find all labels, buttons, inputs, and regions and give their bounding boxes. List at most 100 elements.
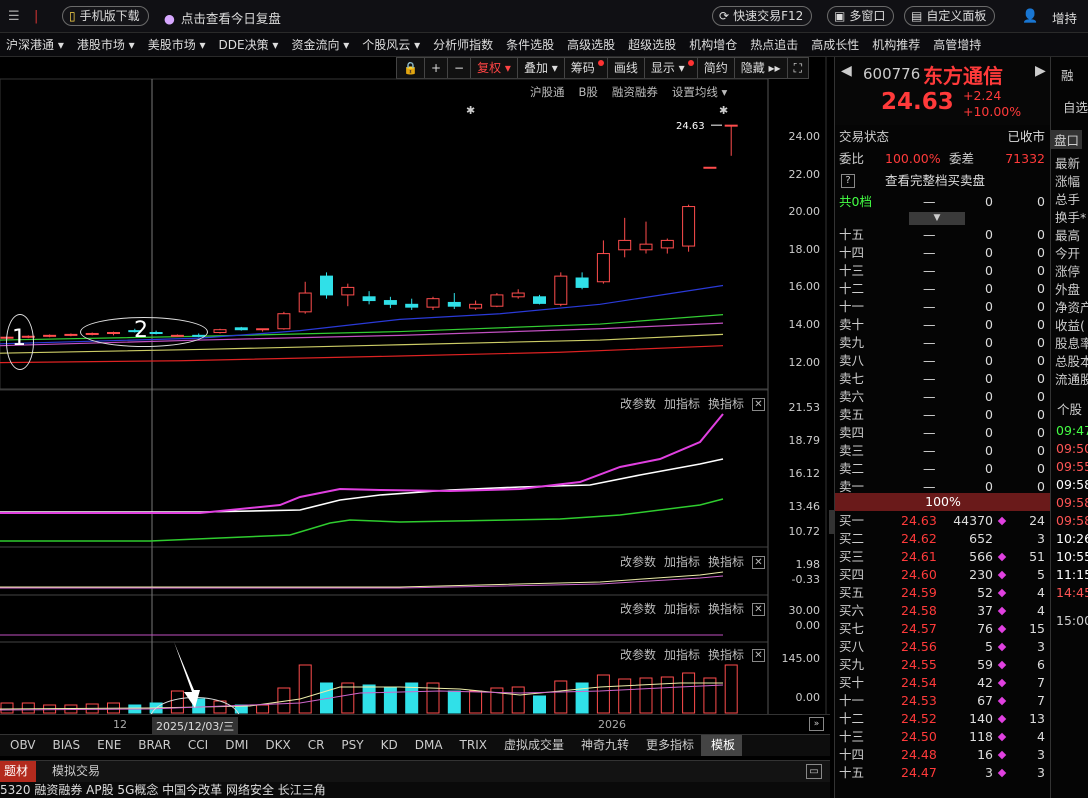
sells-row[interactable]: 卖六 — 0 0 <box>835 388 1051 406</box>
menu-item[interactable]: 高级选股 <box>561 33 622 56</box>
indicator-swap-link[interactable]: 换指标 <box>708 648 744 662</box>
menu-item[interactable]: 超级选股 <box>622 33 683 56</box>
side-item[interactable]: 外盘 <box>1055 279 1080 298</box>
sells-row[interactable]: 卖二 — 0 0 <box>835 460 1051 478</box>
indicator-add-link[interactable]: 加指标 <box>664 397 700 411</box>
close-icon[interactable]: ✕ <box>752 603 765 616</box>
menu-item[interactable]: 个股风云 ▾ <box>356 33 427 56</box>
menu-item[interactable]: 资金流向 ▾ <box>285 33 356 56</box>
mobile-download-button[interactable]: ▯ 手机版下载 <box>62 6 149 26</box>
buys-row[interactable]: 买四 24.60 230 5 <box>835 566 1051 584</box>
indicator-tab[interactable]: 虚拟成交量 <box>494 735 571 756</box>
indicator-tab[interactable]: ENE <box>87 735 128 756</box>
indicator-swap-link[interactable]: 换指标 <box>708 397 744 411</box>
buys-row[interactable]: 买六 24.58 37 4 <box>835 602 1051 620</box>
indicator-tab[interactable]: TRIX <box>450 735 494 756</box>
indicator-tab[interactable]: CR <box>298 735 332 756</box>
buys-row[interactable]: 十二 24.52 140 13 <box>835 710 1051 728</box>
sells-row[interactable]: 十一 — 0 0 <box>835 298 1051 316</box>
indicator-tab[interactable]: DMI <box>215 735 255 756</box>
menu-icon[interactable]: ☰ <box>8 9 20 24</box>
sells-row[interactable]: 十三 — 0 0 <box>835 262 1051 280</box>
sells-row[interactable]: 卖三 — 0 0 <box>835 442 1051 460</box>
indicator-tab[interactable]: 神奇九转 <box>571 735 636 756</box>
status-tab-sim[interactable]: 模拟交易 <box>52 761 100 782</box>
indicator-swap-link[interactable]: 换指标 <box>708 602 744 616</box>
next-stock-icon[interactable]: ▶ <box>1035 63 1046 79</box>
side-tab[interactable]: 个股 <box>1057 399 1082 418</box>
rong-button[interactable]: 融 <box>1061 65 1074 84</box>
buys-row[interactable]: 买一 24.63 44370 24 <box>835 512 1051 530</box>
indicator-tab[interactable]: CCI <box>178 735 215 756</box>
side-item[interactable]: 最高 <box>1055 225 1080 244</box>
side-item[interactable]: 收益( <box>1055 315 1085 334</box>
indicator-tab[interactable]: OBV <box>0 735 43 756</box>
menu-item[interactable]: 条件选股 <box>500 33 561 56</box>
close-icon[interactable]: ✕ <box>752 398 765 411</box>
menu-item[interactable]: 热点追击 <box>744 33 805 56</box>
menu-item[interactable]: 沪深港通 ▾ <box>0 33 71 56</box>
indicator-tab[interactable]: KD <box>371 735 405 756</box>
side-item[interactable]: 今开 <box>1055 243 1080 262</box>
close-icon[interactable]: ✕ <box>752 649 765 662</box>
menu-item[interactable]: 高管增持 <box>927 33 988 56</box>
sells-row[interactable]: 卖九 — 0 0 <box>835 334 1051 352</box>
side-item[interactable]: 换手* <box>1055 207 1086 226</box>
custom-panel-button[interactable]: ▤ 自定义面板 <box>904 6 996 26</box>
indicator-tab[interactable]: 模板 <box>701 735 743 756</box>
zixuan-button[interactable]: 自选 <box>1063 97 1088 116</box>
side-item[interactable]: 总股本 <box>1055 351 1088 370</box>
side-item[interactable]: 股息率 <box>1055 333 1088 352</box>
indicator-tab[interactable]: BIAS <box>43 735 88 756</box>
buys-row[interactable]: 买五 24.59 52 4 <box>835 584 1051 602</box>
indicator-params-link[interactable]: 改参数 <box>620 648 656 662</box>
buys-row[interactable]: 买二 24.62 652 3 <box>835 530 1051 548</box>
minimize-icon[interactable]: ▭ <box>806 764 822 779</box>
side-item[interactable]: 净资产 <box>1055 297 1088 316</box>
prev-stock-icon[interactable]: ◀ <box>841 63 852 79</box>
buys-row[interactable]: 买三 24.61 566 51 <box>835 548 1051 566</box>
replay-link[interactable]: ● 点击查看今日复盘 <box>164 8 281 27</box>
buys-row[interactable]: 买九 24.55 59 6 <box>835 656 1051 674</box>
indicator-swap-link[interactable]: 换指标 <box>708 555 744 569</box>
menu-item[interactable]: 美股市场 ▾ <box>142 33 213 56</box>
sells-row[interactable]: 卖八 — 0 0 <box>835 352 1051 370</box>
side-item[interactable]: 盘口 <box>1051 130 1083 149</box>
buys-row[interactable]: 十五 24.47 3 3 <box>835 764 1051 782</box>
indicator-tab[interactable]: DMA <box>405 735 450 756</box>
buys-row[interactable]: 十三 24.50 118 4 <box>835 728 1051 746</box>
menu-item[interactable]: DDE决策 ▾ <box>213 33 286 56</box>
buys-row[interactable]: 买十 24.54 42 7 <box>835 674 1051 692</box>
status-tab-topic[interactable]: 题材 <box>0 761 37 782</box>
indicator-tab[interactable]: 更多指标 <box>636 735 701 756</box>
user-icon[interactable]: 👤 <box>1022 9 1038 24</box>
quick-trade-button[interactable]: ⟳ 快速交易F12 <box>712 6 813 26</box>
indicator-tab[interactable]: DKX <box>255 735 297 756</box>
indicator-add-link[interactable]: 加指标 <box>664 602 700 616</box>
indicator-tab[interactable]: PSY <box>331 735 370 756</box>
sells-row[interactable]: 卖十 — 0 0 <box>835 316 1051 334</box>
sells-row[interactable]: 十五 — 0 0 <box>835 226 1051 244</box>
side-item[interactable]: 涨停 <box>1055 261 1080 280</box>
buys-row[interactable]: 买七 24.57 76 15 <box>835 620 1051 638</box>
menu-item[interactable]: 港股市场 ▾ <box>71 33 142 56</box>
sells-row[interactable]: 卖五 — 0 0 <box>835 406 1051 424</box>
indicator-add-link[interactable]: 加指标 <box>664 648 700 662</box>
menu-item[interactable]: 机构增仓 <box>683 33 744 56</box>
side-item[interactable]: 总手 <box>1055 189 1080 208</box>
indicator-params-link[interactable]: 改参数 <box>620 602 656 616</box>
indicator-params-link[interactable]: 改参数 <box>620 555 656 569</box>
scroll-right-button[interactable]: » <box>809 717 824 731</box>
close-icon[interactable]: ✕ <box>752 556 765 569</box>
buys-row[interactable]: 十一 24.53 67 7 <box>835 692 1051 710</box>
sells-row[interactable]: 卖四 — 0 0 <box>835 424 1051 442</box>
side-item[interactable]: 流通股 <box>1055 369 1088 388</box>
multi-window-button[interactable]: ▣ 多窗口 <box>827 6 895 26</box>
menu-item[interactable]: 机构推荐 <box>866 33 927 56</box>
sells-row[interactable]: 卖七 — 0 0 <box>835 370 1051 388</box>
indicator-add-link[interactable]: 加指标 <box>664 555 700 569</box>
indicator-tab[interactable]: BRAR <box>128 735 178 756</box>
expand-book-button[interactable]: ▼ <box>909 212 965 225</box>
buys-row[interactable]: 买八 24.56 5 3 <box>835 638 1051 656</box>
sells-row[interactable]: 十四 — 0 0 <box>835 244 1051 262</box>
